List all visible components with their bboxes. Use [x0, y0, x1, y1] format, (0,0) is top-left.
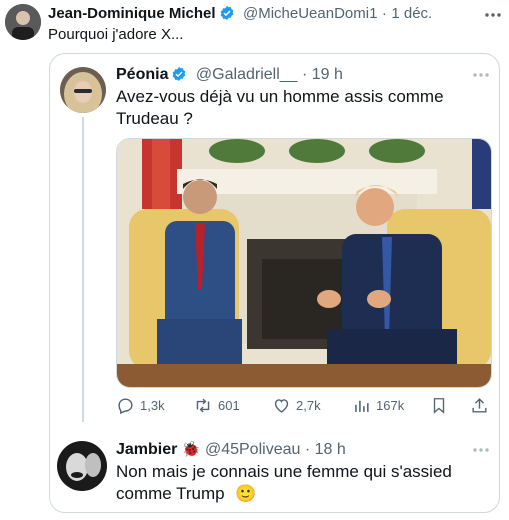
main-name[interactable]: Jean-Dominique Michel — [48, 5, 216, 22]
quoted-avatar[interactable] — [60, 67, 106, 113]
tweet-photo[interactable] — [116, 138, 492, 388]
person-photo-icon — [57, 441, 107, 491]
bookmark-button[interactable] — [430, 396, 448, 415]
retweet-count: 601 — [218, 398, 240, 413]
reply-count: 1,3k — [140, 398, 165, 413]
reply-time[interactable]: 18 h — [315, 441, 346, 458]
quoted-name[interactable]: Péonia — [116, 66, 168, 83]
main-handle[interactable]: @MicheUeanDomi1 — [243, 5, 377, 22]
reply-header: Jambier 🐞 @45Poliveau · 18 h — [116, 440, 346, 459]
retweet-button[interactable]: 601 — [193, 396, 240, 415]
retweet-icon — [196, 398, 210, 413]
bookmark-icon — [433, 398, 445, 414]
verified-badge-icon — [171, 66, 187, 87]
reply-avatar[interactable] — [57, 441, 107, 491]
like-count: 2,7k — [296, 398, 321, 413]
thread-line — [82, 117, 84, 422]
reply-name[interactable]: Jambier — [116, 441, 177, 458]
person-photo-icon — [60, 67, 106, 113]
like-button[interactable]: 2,7k — [272, 396, 321, 415]
share-button[interactable] — [470, 396, 489, 415]
views-count: 167k — [376, 398, 405, 413]
main-avatar[interactable] — [5, 4, 41, 40]
ladybug-emoji: 🐞 — [181, 441, 201, 458]
more-options-icon[interactable] — [472, 441, 490, 459]
verified-badge-icon — [219, 5, 235, 26]
reply-text-line1: Non mais je connais une femme qui s'assi… — [116, 462, 452, 481]
main-header: Jean-Dominique Michel @MicheUeanDomi1 · … — [48, 5, 432, 26]
separator-dot: · — [302, 66, 308, 83]
quoted-header: Péonia @Galadriell__ · 19 h — [116, 66, 343, 87]
reply-button[interactable]: 1,3k — [116, 396, 165, 415]
quoted-text-line1: Avez-vous déjà vu un homme assis comme — [116, 87, 444, 106]
quoted-time[interactable]: 19 h — [312, 66, 343, 83]
more-options-icon[interactable] — [484, 6, 502, 24]
more-options-icon[interactable] — [472, 66, 490, 84]
person-photo-icon — [5, 4, 41, 40]
reply-icon — [118, 398, 133, 415]
reply-text-line2-row: comme Trump 🙂 — [116, 483, 257, 505]
office-meeting-photo — [117, 139, 491, 387]
main-text: Pourquoi j'adore X... — [48, 26, 184, 43]
share-icon — [472, 398, 487, 413]
smile-emoji: 🙂 — [235, 484, 257, 503]
quoted-text-line2: Trudeau ? — [116, 109, 193, 128]
reply-handle[interactable]: @45Poliveau — [205, 441, 300, 458]
reply-text-line2: comme Trump — [116, 484, 225, 503]
separator-dot: · — [304, 441, 311, 458]
views-chart-icon — [355, 400, 369, 412]
separator-dot: · — [381, 5, 387, 22]
heart-icon — [274, 399, 289, 413]
tweet-card: Jean-Dominique Michel @MicheUeanDomi1 · … — [0, 0, 509, 520]
quoted-handle[interactable]: @Galadriell__ — [196, 66, 298, 83]
views-button[interactable]: 167k — [352, 396, 404, 415]
main-time[interactable]: 1 déc. — [391, 5, 432, 22]
